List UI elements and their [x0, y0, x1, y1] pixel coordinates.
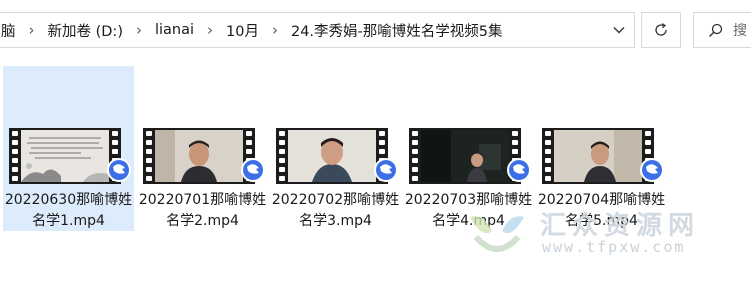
file-name: 20220703那喻博姓名学4.mp4 — [404, 192, 533, 229]
media-player-icon — [640, 158, 664, 182]
chevron-right-icon[interactable]: › — [261, 21, 289, 39]
thumbnail-frame-calligraphy — [21, 130, 109, 182]
chevron-right-icon[interactable]: › — [196, 21, 224, 39]
media-player-icon — [241, 158, 265, 182]
address-bar[interactable]: 脑 › 新加卷 (D:) › lianai › 10月 › 24.李秀娟-那喻博… — [0, 12, 635, 48]
chevron-right-icon[interactable]: › — [125, 21, 153, 39]
breadcrumb-this-pc[interactable]: 脑 — [0, 20, 18, 41]
media-player-icon — [507, 158, 531, 182]
file-item[interactable]: 20220704那喻博姓名学5.mp4 — [536, 66, 667, 231]
video-thumbnail — [9, 128, 131, 184]
refresh-button[interactable] — [641, 12, 681, 48]
refresh-icon — [655, 23, 667, 36]
file-name: 20220702那喻博姓名学3.mp4 — [271, 192, 400, 229]
chevron-down-icon — [613, 27, 625, 34]
thumbnail-frame-person-dark — [421, 130, 509, 182]
thumbnail-frame-person — [554, 130, 642, 182]
video-thumbnail — [542, 128, 664, 184]
thumbnail-frame-person — [155, 130, 243, 182]
file-name: 20220704那喻博姓名学5.mp4 — [537, 192, 666, 229]
address-bar-row: 脑 › 新加卷 (D:) › lianai › 10月 › 24.李秀娟-那喻博… — [0, 0, 751, 62]
address-history-dropdown[interactable] — [604, 13, 634, 47]
media-player-icon — [374, 158, 398, 182]
breadcrumb-drive-d[interactable]: 新加卷 (D:) — [46, 20, 125, 41]
search-box[interactable]: 搜 — [693, 12, 751, 48]
file-name: 20220701那喻博姓名学2.mp4 — [138, 192, 267, 229]
video-thumbnail — [409, 128, 531, 184]
file-item[interactable]: 20220630那喻博姓名学1.mp4 — [3, 66, 134, 231]
chevron-right-icon[interactable]: › — [18, 21, 46, 39]
file-item[interactable]: 20220703那喻博姓名学4.mp4 — [403, 66, 534, 231]
media-player-icon — [107, 158, 131, 182]
thumbnail-frame-person — [288, 130, 376, 182]
breadcrumb-current-folder[interactable]: 24.李秀娟-那喻博姓名学视频5集 — [289, 20, 505, 41]
file-grid: 20220630那喻博姓名学1.mp4 20220701那喻博姓名学2.mp4 … — [0, 62, 751, 303]
video-thumbnail — [276, 128, 398, 184]
video-thumbnail — [143, 128, 265, 184]
file-item[interactable]: 20220701那喻博姓名学2.mp4 — [137, 66, 268, 231]
file-item[interactable]: 20220702那喻博姓名学3.mp4 — [270, 66, 401, 231]
file-name: 20220630那喻博姓名学1.mp4 — [4, 192, 133, 229]
search-icon — [709, 23, 723, 37]
breadcrumb-october[interactable]: 10月 — [224, 20, 261, 41]
breadcrumb-lianai[interactable]: lianai — [153, 22, 196, 38]
search-placeholder: 搜 — [733, 23, 747, 39]
